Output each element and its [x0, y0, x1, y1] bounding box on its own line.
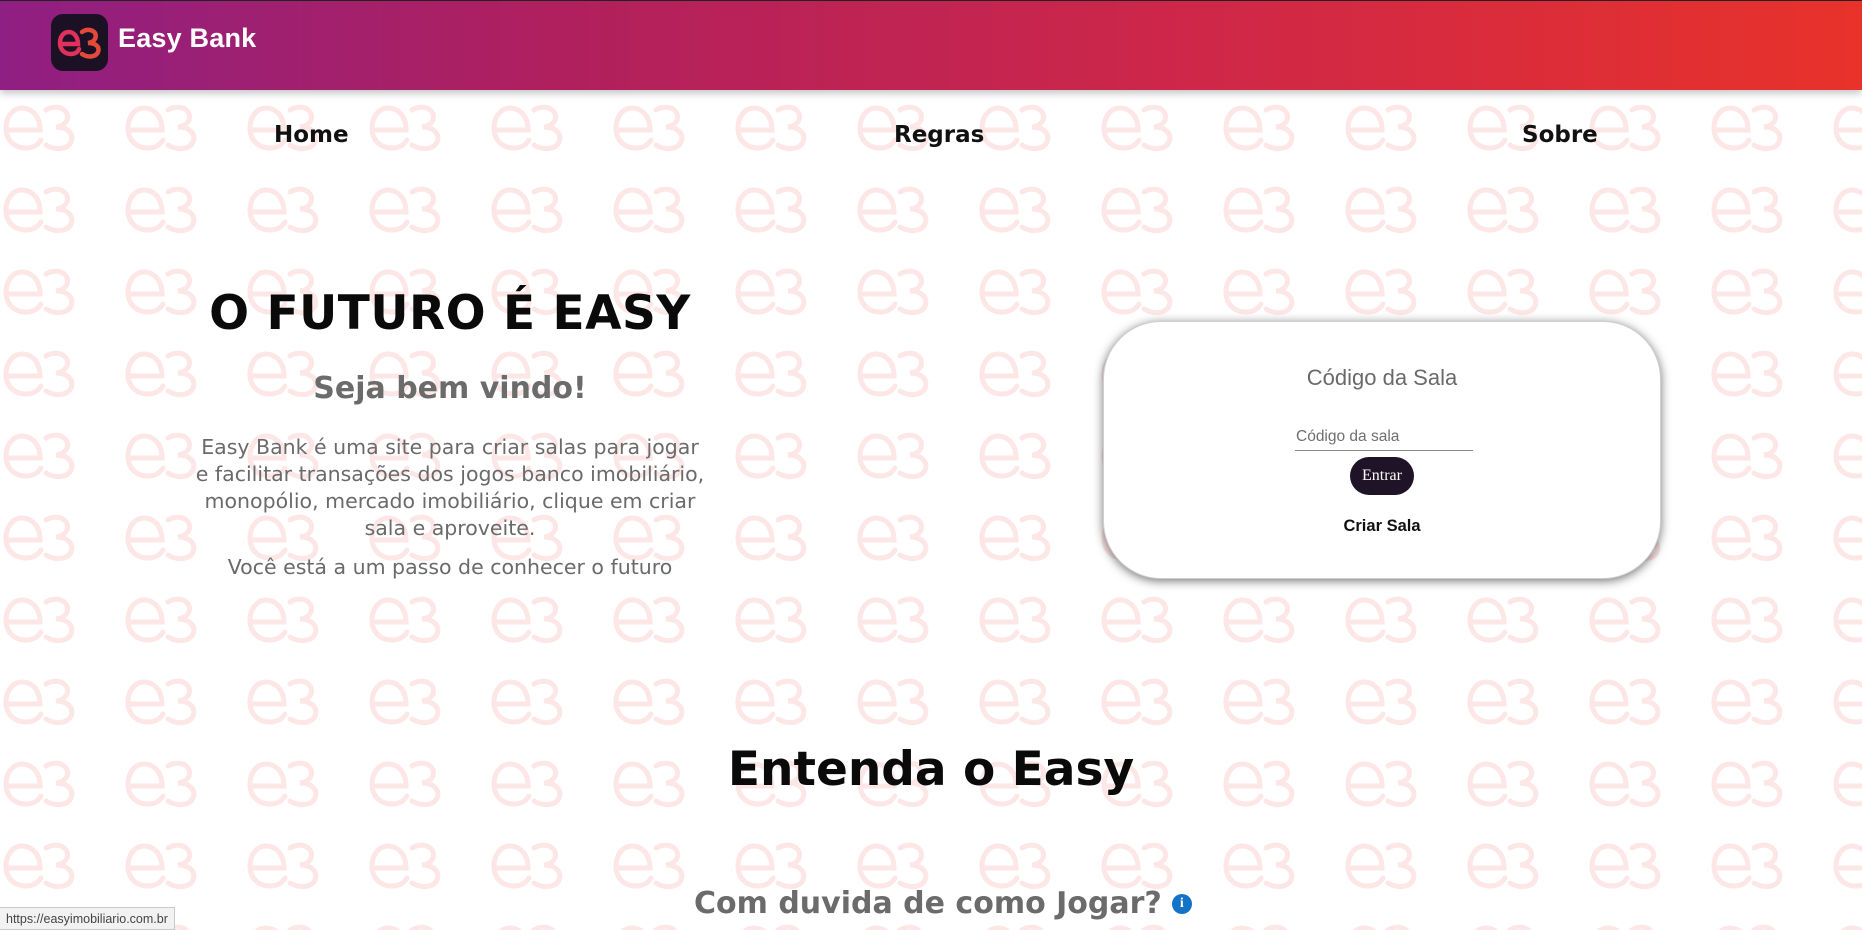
top-header: Easy Bank [0, 0, 1862, 90]
hero-tagline: Você está a um passo de conhecer o futur… [227, 555, 673, 579]
faq-heading-text: Com duvida de como Jogar? [694, 886, 1162, 921]
info-icon[interactable]: i [1171, 893, 1192, 914]
eb-logo-icon[interactable] [51, 14, 108, 71]
hero-subtitle: Seja bem vindo! [313, 371, 587, 406]
nav-sobre-link[interactable]: Sobre [1522, 122, 1598, 148]
hero-description: Easy Bank é uma site para criar salas pa… [195, 435, 705, 540]
create-room-link[interactable]: Criar Sala [1104, 517, 1660, 536]
enter-button[interactable]: Entrar [1350, 457, 1414, 495]
nav-regras-link[interactable]: Regras [894, 122, 984, 148]
eb-logo-glyph [57, 27, 101, 59]
room-code-title: Código da Sala [1306, 365, 1458, 390]
brand-name[interactable]: Easy Bank [118, 23, 256, 54]
main-nav: Home Regras Sobre [0, 118, 1862, 158]
room-code-input[interactable] [1295, 423, 1473, 451]
status-bar-url: https://easyimobiliario.com.br [0, 907, 175, 930]
section-title: Entenda o Easy [727, 742, 1135, 797]
room-code-card: Código da Sala Entrar Criar Sala [1103, 321, 1661, 579]
hero-section: O FUTURO É EASY Seja bem vindo! Easy Ban… [190, 286, 710, 579]
faq-heading: Com duvida de como Jogar? i [694, 886, 1192, 921]
hero-title: O FUTURO É EASY [209, 286, 691, 341]
nav-home-link[interactable]: Home [274, 122, 349, 148]
